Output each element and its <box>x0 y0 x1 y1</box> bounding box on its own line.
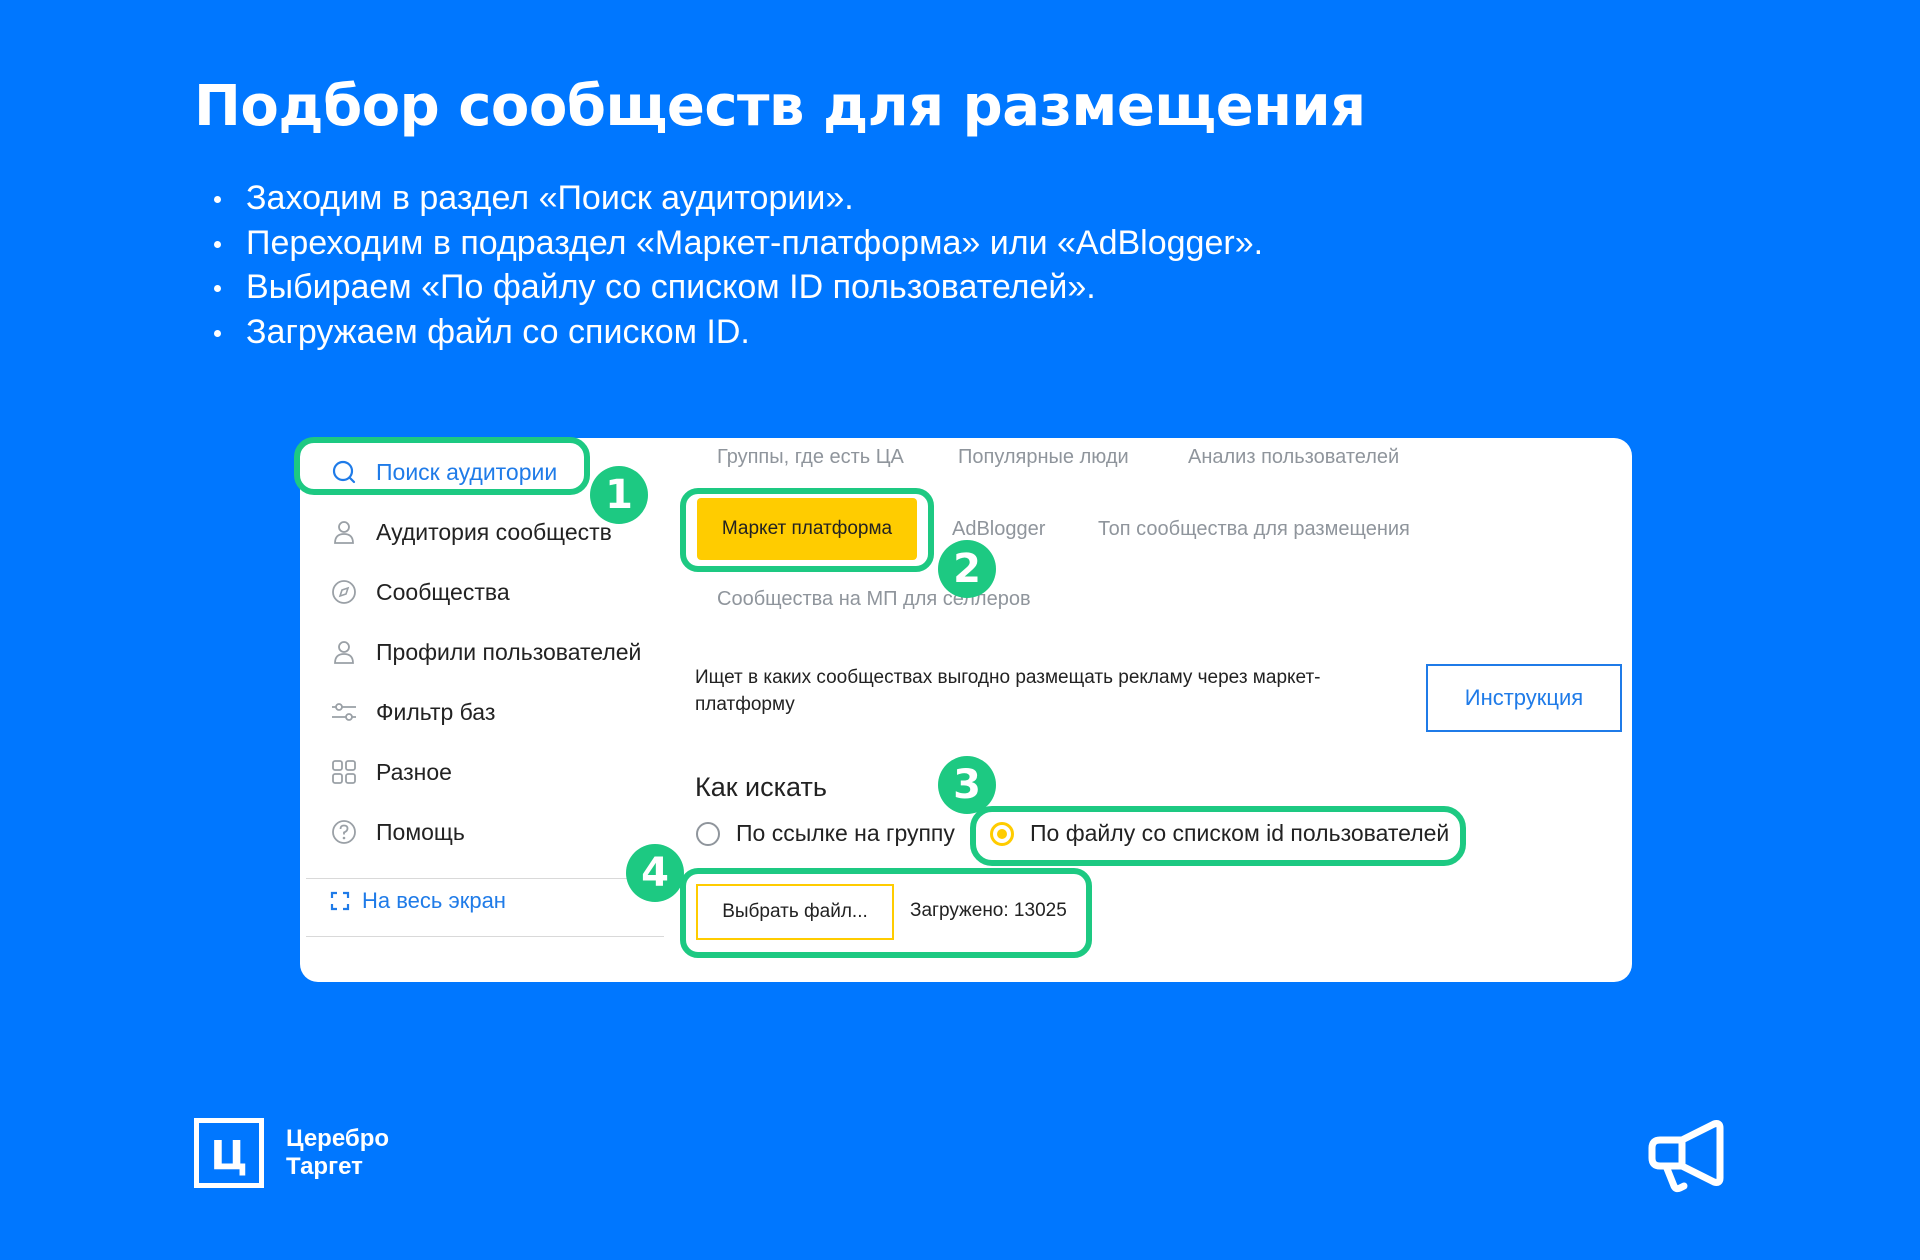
sidebar-item-label: Помощь <box>376 818 465 845</box>
instruction-step: Выбираем «По файлу со списком ID пользов… <box>212 265 1263 310</box>
radio-checked-icon <box>990 821 1014 846</box>
instruction-list: Заходим в раздел «Поиск аудитории». Пере… <box>212 176 1263 354</box>
sidebar-item-community-audience[interactable]: Аудитория сообществ <box>330 510 612 554</box>
sidebar-item-label: Разное <box>376 758 452 785</box>
section-description: Ищет в каких сообществах выгодно размеща… <box>695 667 1321 715</box>
sidebar-item-misc[interactable]: Разное <box>330 750 452 794</box>
user-icon <box>330 638 358 666</box>
step-badge-4: 4 <box>626 844 684 902</box>
logo-letter: Ц <box>210 1133 247 1179</box>
choose-file-button[interactable]: Выбрать файл... <box>696 884 894 940</box>
sidebar-divider <box>306 878 664 879</box>
tab-top-communities[interactable]: Топ сообщества для размещения <box>1098 518 1410 541</box>
fullscreen-label: На весь экран <box>362 888 506 913</box>
brand-logo: Ц Церебро Таргет <box>194 1118 389 1188</box>
sidebar-item-audience-search[interactable]: Поиск аудитории <box>330 450 557 494</box>
brand-name-line-2: Таргет <box>286 1153 363 1180</box>
radio-by-id-file[interactable]: По файлу со списком id пользователей <box>990 820 1449 847</box>
search-icon <box>330 458 358 486</box>
sidebar-item-label: Аудитория сообществ <box>376 518 612 545</box>
instruction-button[interactable]: Инструкция <box>1426 664 1622 732</box>
grid-icon <box>330 758 358 786</box>
sidebar-item-label: Фильтр баз <box>376 698 496 725</box>
tab-user-analysis[interactable]: Анализ пользователей <box>1188 446 1399 469</box>
step-badge-2: 2 <box>938 540 996 598</box>
step-badge-3: 3 <box>938 756 996 814</box>
tab-groups-with-audience[interactable]: Группы, где есть ЦА <box>717 446 904 469</box>
slide-title: Подбор сообществ для размещения <box>194 74 1366 139</box>
sidebar-item-base-filter[interactable]: Фильтр баз <box>330 690 495 734</box>
help-icon <box>330 818 358 846</box>
sidebar-item-user-profiles[interactable]: Профили пользователей <box>330 630 641 674</box>
sidebar-item-communities[interactable]: Сообщества <box>330 570 510 614</box>
sliders-icon <box>330 698 358 726</box>
user-icon <box>330 518 358 546</box>
radio-unchecked-icon <box>696 821 720 846</box>
sidebar-item-label: Поиск аудитории <box>376 458 558 485</box>
app-screenshot: Поиск аудитории Аудитория сообществ Сооб… <box>300 438 1632 982</box>
compass-icon <box>330 578 358 606</box>
radio-by-group-link[interactable]: По ссылке на группу <box>696 820 955 847</box>
sidebar-item-help[interactable]: Помощь <box>330 810 465 854</box>
radio-label: По ссылке на группу <box>736 820 955 846</box>
tab-popular-people[interactable]: Популярные люди <box>958 446 1129 469</box>
sidebar-divider <box>306 936 664 937</box>
instruction-step: Переходим в подраздел «Маркет-платформа»… <box>212 221 1263 266</box>
upload-status: Загружено: 13025 <box>910 900 1067 921</box>
radio-label: По файлу со списком id пользователей <box>1030 820 1450 846</box>
instruction-step: Загружаем файл со списком ID. <box>212 310 1263 355</box>
expand-icon <box>330 891 350 911</box>
megaphone-icon <box>1644 1120 1730 1199</box>
search-method-heading: Как искать <box>695 772 827 802</box>
tab-market-platform[interactable]: Маркет платформа <box>697 498 917 560</box>
instruction-step: Заходим в раздел «Поиск аудитории». <box>212 176 1263 221</box>
tab-adblogger[interactable]: AdBlogger <box>952 518 1045 541</box>
sidebar-item-label: Сообщества <box>376 578 510 605</box>
step-badge-1: 1 <box>590 466 648 524</box>
brand-name-line-1: Церебро <box>286 1125 390 1152</box>
sidebar-item-label: Профили пользователей <box>376 638 642 665</box>
logo-mark: Ц <box>194 1118 264 1188</box>
fullscreen-button[interactable]: На весь экран <box>330 888 506 914</box>
